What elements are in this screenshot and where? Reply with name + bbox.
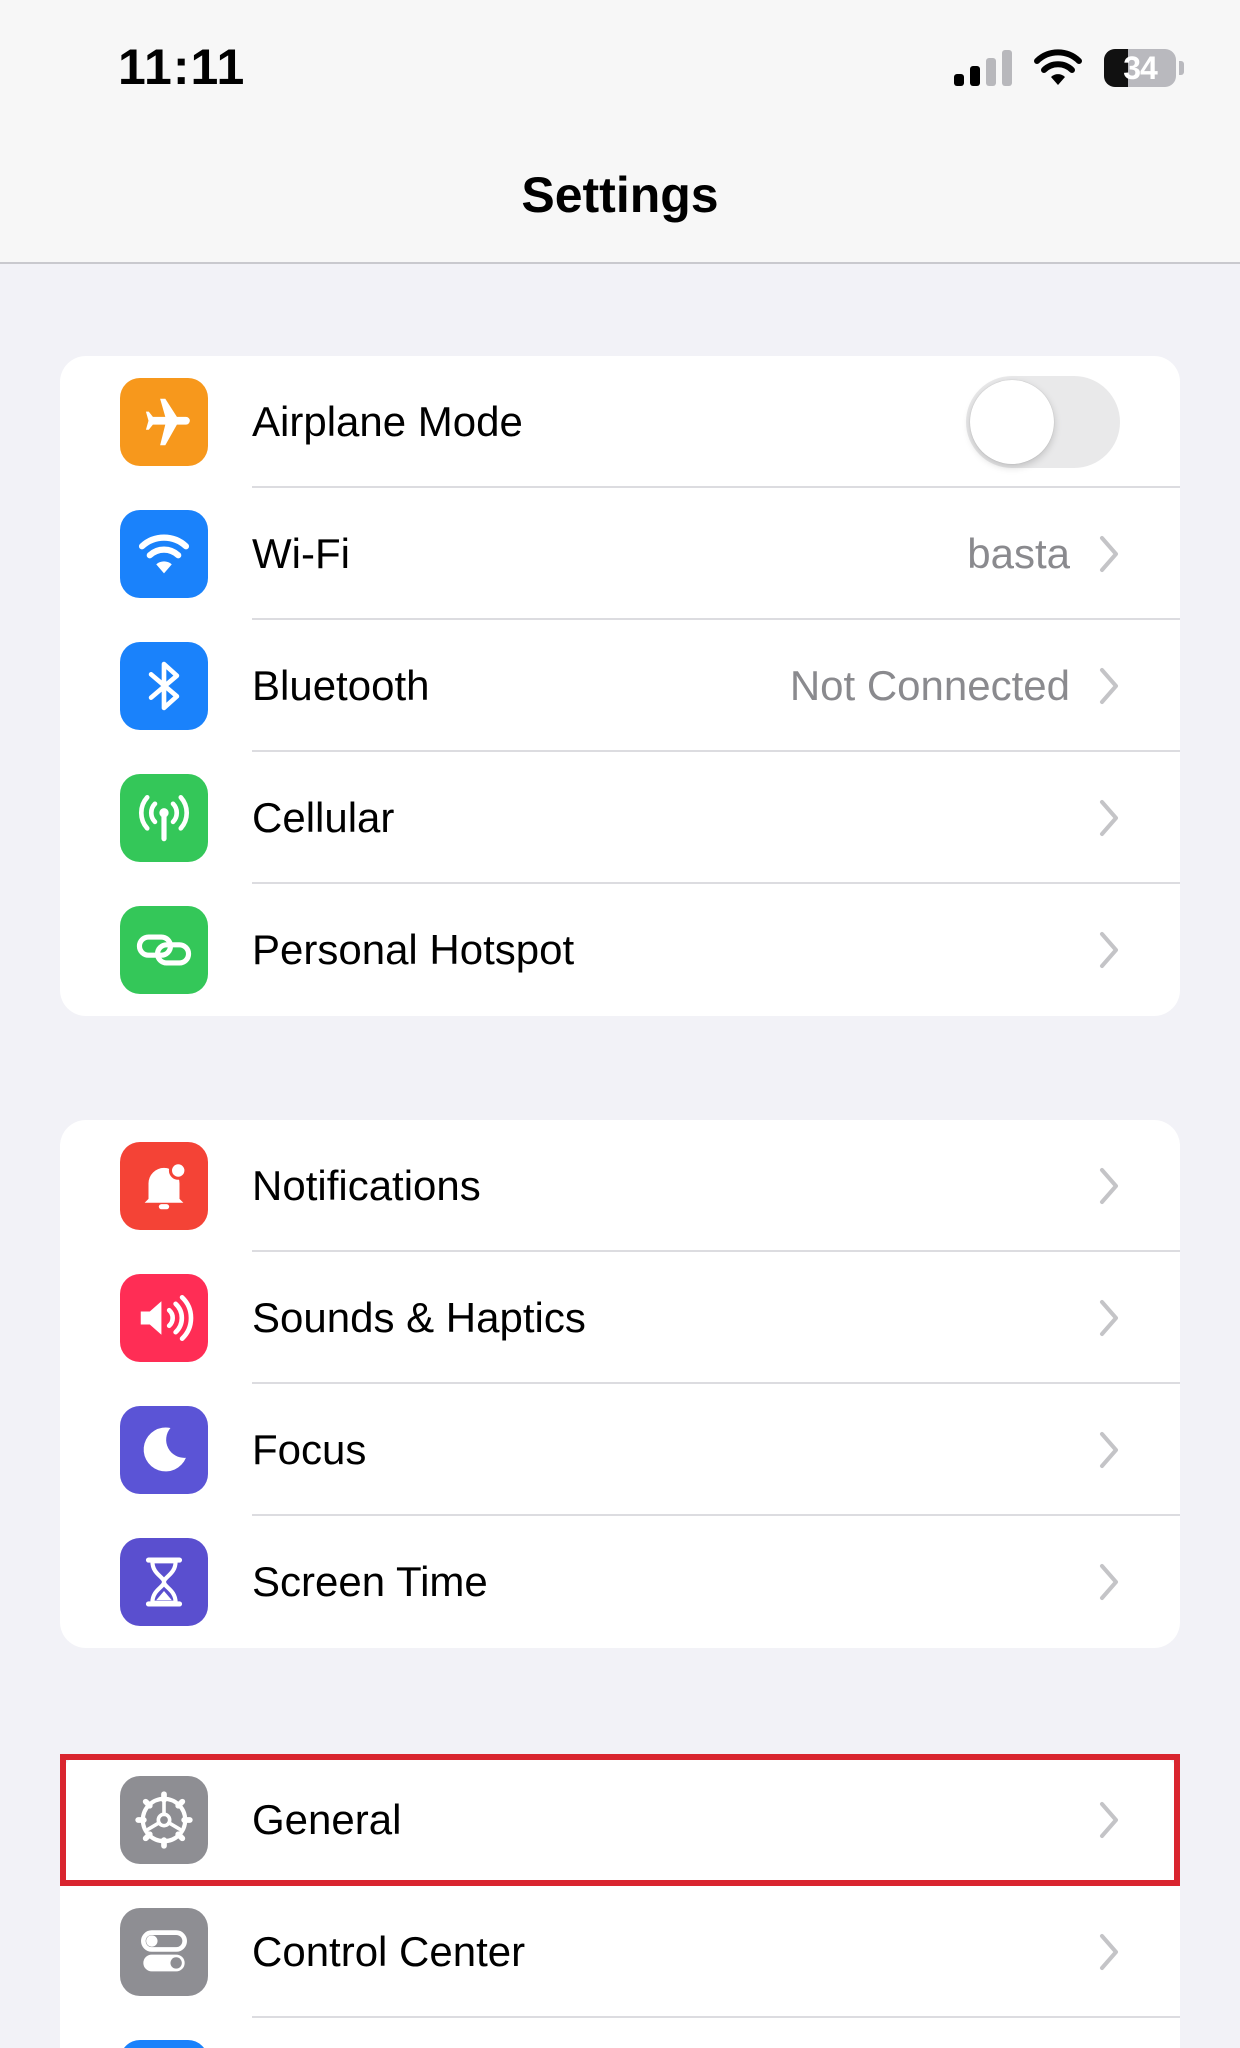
- row-label: Control Center: [252, 1928, 526, 1975]
- antenna-icon: [120, 774, 208, 862]
- battery-cap: [1179, 61, 1184, 75]
- row-next-partial[interactable]: [60, 2018, 1180, 2048]
- chevron-right-icon: [1100, 668, 1118, 704]
- row-label: Focus: [252, 1426, 367, 1473]
- status-time: 11:11: [118, 39, 246, 95]
- chevron-right-icon: [1100, 1802, 1118, 1838]
- chevron-right-icon: [1100, 1934, 1118, 1970]
- wifi-status-icon: [1034, 49, 1082, 85]
- row-screen-time[interactable]: Screen Time: [60, 1516, 1180, 1648]
- bell-icon: [120, 1142, 208, 1230]
- row-label: Personal Hotspot: [252, 926, 575, 973]
- airplane-mode-toggle[interactable]: [966, 376, 1120, 468]
- connectivity-group: Airplane Mode Wi-Fi basta Bluetooth Not …: [60, 356, 1180, 1016]
- bluetooth-icon: [120, 642, 208, 730]
- row-bluetooth[interactable]: Bluetooth Not Connected: [60, 620, 1180, 752]
- row-label: Wi-Fi: [252, 530, 350, 577]
- chevron-right-icon: [1100, 1168, 1118, 1204]
- moon-icon: [120, 1406, 208, 1494]
- row-label: Cellular: [252, 794, 395, 841]
- chevron-right-icon: [1100, 932, 1118, 968]
- battery-icon: 34: [1104, 49, 1184, 87]
- bluetooth-status-value: Not Connected: [789, 662, 1070, 709]
- row-wifi[interactable]: Wi-Fi basta: [60, 488, 1180, 620]
- wifi-icon: [120, 510, 208, 598]
- row-label: General: [252, 1796, 402, 1843]
- chevron-right-icon: [1100, 800, 1118, 836]
- chevron-right-icon: [1100, 1300, 1118, 1336]
- notifications-group: Notifications Sounds & Haptics Focus Scr…: [60, 1120, 1180, 1648]
- row-label: Bluetooth: [252, 662, 430, 709]
- toggle-knob: [970, 380, 1054, 464]
- row-label: Sounds & Haptics: [252, 1294, 586, 1341]
- row-label: Airplane Mode: [252, 398, 523, 445]
- navigation-header: 11:11 34 Settings: [0, 0, 1240, 264]
- chevron-right-icon: [1100, 1564, 1118, 1600]
- battery-percentage: 34: [1123, 49, 1158, 86]
- row-label: Screen Time: [252, 1558, 488, 1605]
- row-control-center[interactable]: Control Center: [60, 1886, 1180, 2018]
- row-cellular[interactable]: Cellular: [60, 752, 1180, 884]
- switches-icon: [120, 1908, 208, 1996]
- row-general[interactable]: General: [60, 1754, 1180, 1886]
- chevron-right-icon: [1100, 536, 1118, 572]
- link-icon: [120, 906, 208, 994]
- row-personal-hotspot[interactable]: Personal Hotspot: [60, 884, 1180, 1016]
- row-airplane-mode[interactable]: Airplane Mode: [60, 356, 1180, 488]
- row-sounds-haptics[interactable]: Sounds & Haptics: [60, 1252, 1180, 1384]
- status-icons: 34: [954, 44, 1184, 92]
- speaker-icon: [120, 1274, 208, 1362]
- row-label: Notifications: [252, 1162, 481, 1209]
- wifi-network-value: basta: [967, 530, 1070, 577]
- row-notifications[interactable]: Notifications: [60, 1120, 1180, 1252]
- general-group: General Control Center: [60, 1754, 1180, 2048]
- gear-icon: [120, 1776, 208, 1864]
- settings-screen: 11:11 34 Settings Airplane Mode Wi-Fi ba…: [0, 0, 1240, 2048]
- row-focus[interactable]: Focus: [60, 1384, 1180, 1516]
- chevron-right-icon: [1100, 1432, 1118, 1468]
- display-icon: [120, 2040, 208, 2048]
- cellular-signal-icon: [954, 50, 1012, 86]
- page-title: Settings: [521, 167, 719, 223]
- hourglass-icon: [120, 1538, 208, 1626]
- airplane-icon: [120, 378, 208, 466]
